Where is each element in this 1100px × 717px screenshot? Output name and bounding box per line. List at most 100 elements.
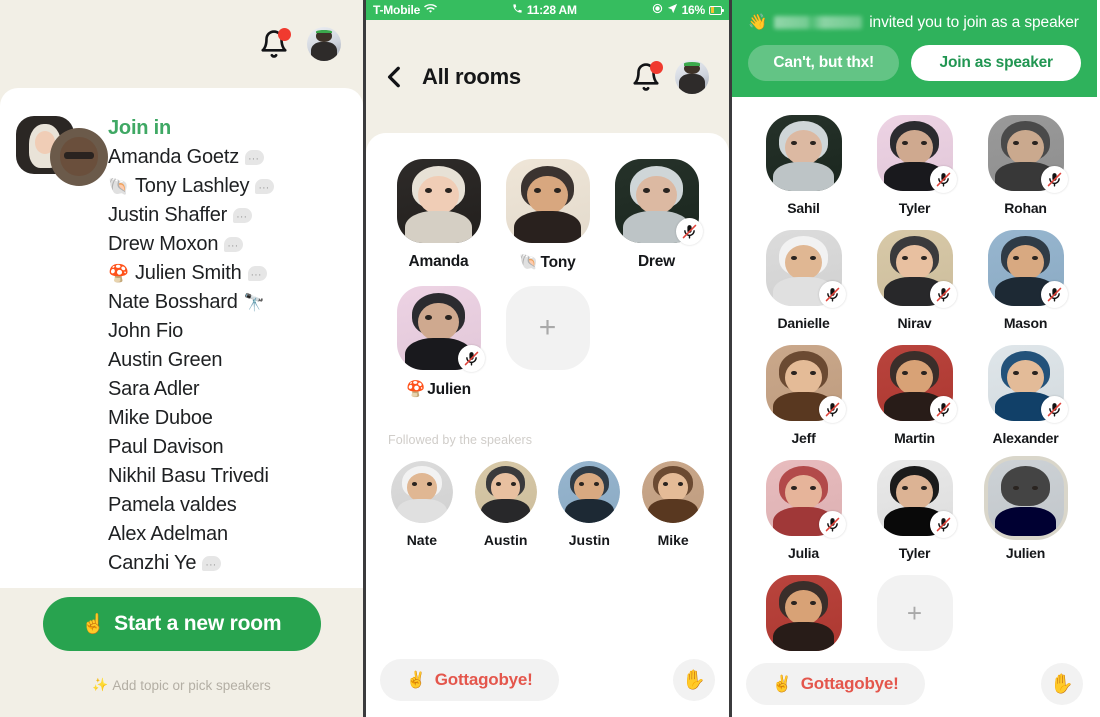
follower-tile[interactable]: Austin — [464, 461, 548, 548]
add-speaker-tile[interactable]: + — [493, 286, 602, 399]
participant-tile[interactable]: Danielle — [748, 230, 859, 331]
join-as-speaker-button[interactable]: Join as speaker — [911, 45, 1081, 81]
speaker-name: 🐚 Tony — [519, 253, 576, 272]
chevron-left-icon[interactable] — [382, 64, 408, 90]
muted-mic-icon — [818, 511, 846, 538]
room-person-row[interactable]: Canzhi Ye — [108, 549, 274, 580]
room-person-row[interactable]: Alex Adelman — [108, 520, 274, 549]
speaker-grid: Amanda 🐚 Tony Drew 🍄 Julien + — [366, 133, 729, 399]
participant-tile[interactable]: Jeff — [748, 345, 859, 446]
leave-quietly-button[interactable]: ✌️ Gottagobye! — [746, 663, 925, 705]
status-bar-left: T-Mobile — [373, 3, 438, 17]
room-person-row[interactable]: Drew Moxon — [108, 230, 274, 261]
avatar-cap — [683, 62, 701, 66]
left-footer: ☝️ Start a new room ✨ Add topic or pick … — [0, 588, 363, 717]
room-person-row[interactable]: 🐚 Tony Lashley — [108, 172, 275, 203]
speaker-tile[interactable]: 🐚 Tony — [493, 159, 602, 272]
room-card[interactable]: Join in Amanda Goetz 🐚 Tony Lashley Justin … — [0, 88, 363, 588]
participant-name: Jeff — [791, 430, 816, 446]
participant-tile[interactable]: Tyler — [859, 115, 970, 216]
telescope-icon: 🔭 — [243, 293, 265, 312]
person-prefix-emoji: 🐚 — [108, 177, 129, 196]
speaker-name: Amanda — [408, 253, 469, 270]
room-person-row[interactable]: Pamela valdes — [108, 491, 274, 520]
participant-name: Rohan — [1004, 200, 1047, 216]
person-name: Pamela valdes — [108, 494, 237, 516]
left-top-bar — [0, 0, 363, 88]
speaker-tile[interactable]: Amanda — [384, 159, 493, 272]
wifi-icon — [424, 3, 438, 17]
invite-actions: Can't, but thx! Join as speaker — [748, 45, 1081, 81]
notifications-button[interactable] — [259, 28, 291, 60]
speaker-tile[interactable]: 🍄 Julien — [384, 286, 493, 399]
speech-bubble-icon — [255, 174, 275, 203]
participant-tile[interactable]: Mason — [970, 230, 1081, 331]
participant-tile[interactable]: Julien — [970, 460, 1081, 561]
carrier-label: T-Mobile — [373, 3, 421, 17]
participant-avatar — [987, 230, 1068, 308]
room-person-row[interactable]: Sara Adler — [108, 375, 274, 404]
leave-quietly-button[interactable]: ✌️ Gottagobye! — [380, 659, 559, 701]
decline-invite-button[interactable]: Can't, but thx! — [748, 45, 900, 81]
participant-tile[interactable]: Nirav — [859, 230, 970, 331]
room-person-row[interactable]: 🍄 Julien Smith — [108, 259, 274, 290]
follower-tile[interactable]: Mike — [631, 461, 715, 548]
follower-tile[interactable]: Justin — [548, 461, 632, 548]
participant-tile[interactable]: Rohan — [970, 115, 1081, 216]
participant-name: Tyler — [898, 200, 931, 216]
person-name: Alex Adelman — [108, 523, 228, 545]
plus-icon[interactable]: + — [505, 286, 590, 370]
invite-message: invited you to join as a speaker — [869, 13, 1079, 31]
speaker-name: Drew — [637, 253, 676, 270]
room-person-row[interactable]: Paul Davison — [108, 433, 274, 462]
follower-tile[interactable]: Nate — [380, 461, 464, 548]
raise-hand-button[interactable]: ✋ — [1041, 663, 1083, 705]
middle-bottom-bar: ✌️ Gottagobye! ✋ — [366, 659, 729, 701]
add-participant-tile[interactable]: + — [859, 575, 970, 651]
room-person-row[interactable]: Austin Green — [108, 346, 274, 375]
profile-avatar-button[interactable] — [307, 27, 341, 61]
name-prefix-emoji: 🍄 — [406, 381, 426, 398]
person-name: Austin Green — [108, 349, 223, 371]
avatar-cap — [315, 29, 333, 34]
participant-tile[interactable]: Julia — [748, 460, 859, 561]
muted-mic-icon — [1040, 281, 1068, 308]
add-topic-label: Add topic or pick speakers — [112, 677, 271, 693]
speaker-tile[interactable]: Drew — [602, 159, 711, 272]
add-topic-hint[interactable]: ✨ Add topic or pick speakers — [92, 677, 271, 693]
participant-tile[interactable] — [748, 575, 859, 651]
participant-tile[interactable]: Martin — [859, 345, 970, 446]
notifications-button[interactable] — [631, 60, 663, 93]
raise-hand-button[interactable]: ✋ — [673, 659, 715, 701]
room-person-row[interactable]: Nate Bosshard 🔭 — [108, 288, 274, 317]
room-person-row[interactable]: Mike Duboe — [108, 404, 274, 433]
room-people-list: Join in Amanda Goetz 🐚 Tony Lashley Justin … — [102, 114, 275, 580]
participant-avatar — [876, 345, 957, 423]
muted-mic-icon — [818, 396, 846, 423]
participant-tile[interactable]: Alexander — [970, 345, 1081, 446]
join-row: Join in Amanda Goetz 🐚 Tony Lashley Justin … — [0, 114, 363, 580]
profile-avatar-button[interactable] — [675, 59, 709, 94]
speech-bubble-icon — [247, 261, 267, 290]
three-screen-comparison: Join in Amanda Goetz 🐚 Tony Lashley Justin … — [0, 0, 1100, 717]
participants-grid: Sahil Tyler Rohan Danielle Nirav Mason J… — [732, 97, 1097, 651]
left-screen: Join in Amanda Goetz 🐚 Tony Lashley Justin … — [0, 0, 366, 717]
peace-hand-icon: ✌️ — [772, 676, 792, 693]
status-bar-right: 16% — [652, 3, 724, 17]
participant-tile[interactable]: Sahil — [748, 115, 859, 216]
plus-icon[interactable]: + — [876, 575, 953, 651]
right-screen: 👋 invited you to join as a speaker Can't… — [732, 0, 1097, 717]
participant-avatar — [765, 575, 842, 651]
room-person-row[interactable]: John Fio — [108, 317, 274, 346]
pointing-up-hand-icon: ☝️ — [81, 614, 106, 635]
participant-tile[interactable]: Tyler — [859, 460, 970, 561]
follower-name: Justin — [568, 532, 610, 548]
start-a-new-room-button[interactable]: ☝️ Start a new room — [42, 597, 321, 651]
room-person-row[interactable]: Nikhil Basu Trivedi — [108, 462, 274, 491]
person-name: Mike Duboe — [108, 407, 213, 429]
muted-mic-icon — [818, 281, 846, 308]
room-avatars — [16, 114, 108, 188]
room-person-row[interactable]: Justin Shaffer — [108, 201, 274, 232]
room-person-row[interactable]: Amanda Goetz — [108, 143, 274, 174]
invite-message-row: 👋 invited you to join as a speaker — [748, 13, 1081, 32]
